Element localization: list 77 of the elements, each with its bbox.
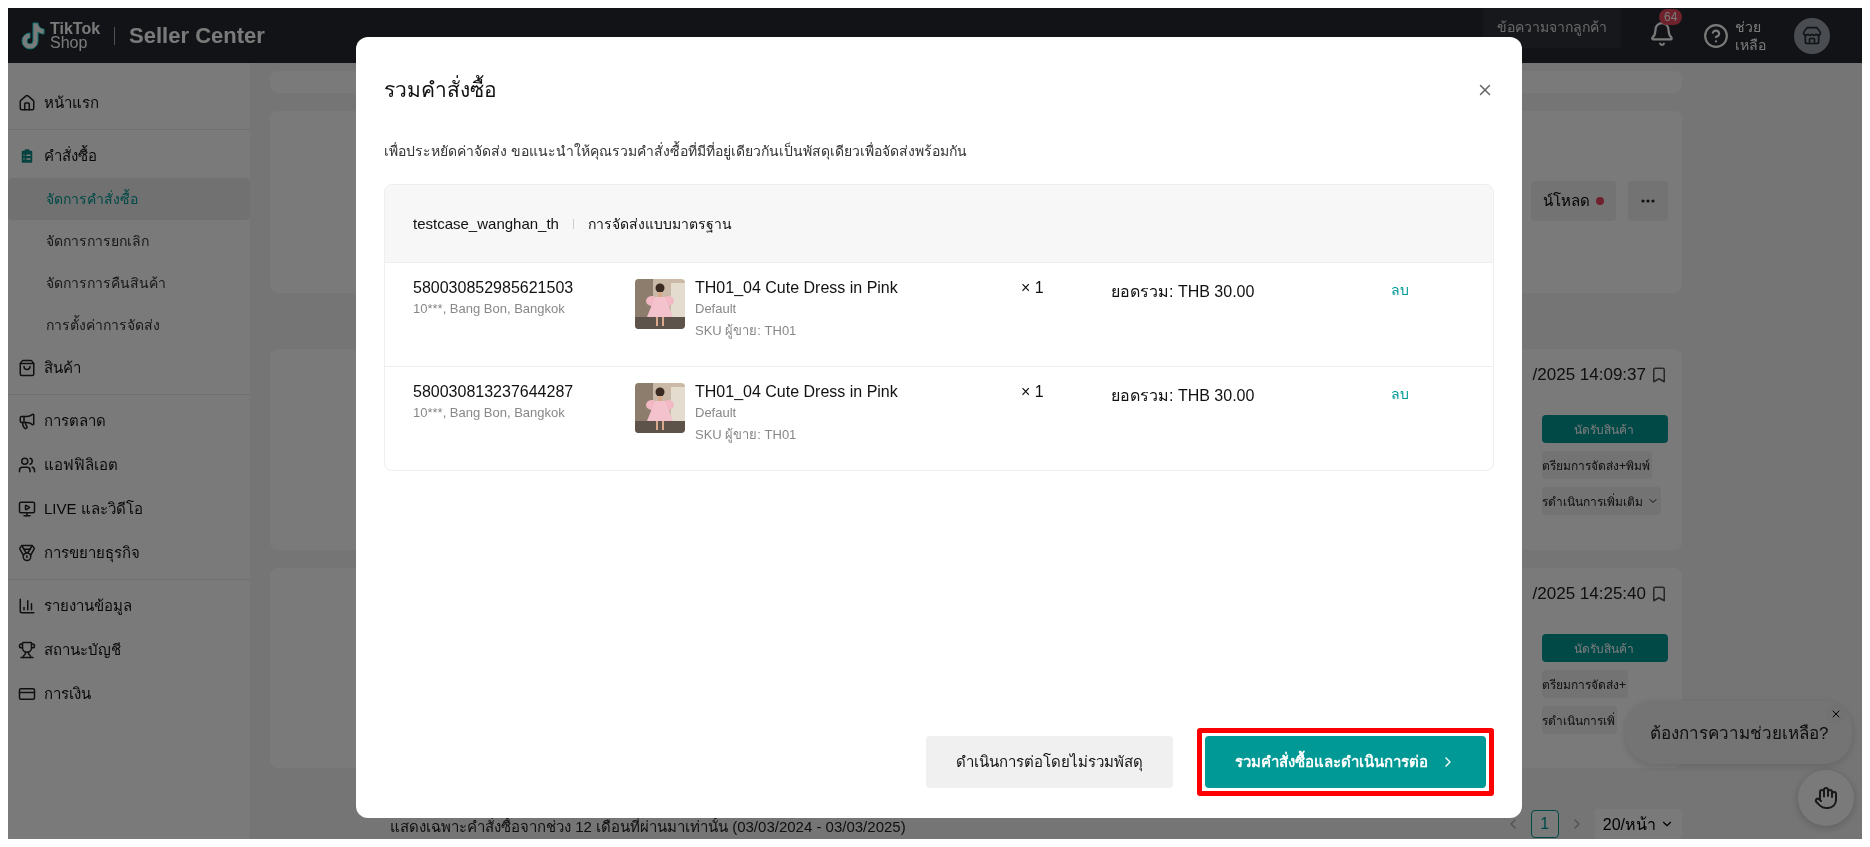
- menu-icon: [18, 94, 36, 112]
- remove-link[interactable]: ลบ: [1381, 386, 1409, 402]
- shop-name: testcase_wanghan_th: [413, 215, 559, 232]
- menu-icon: [18, 500, 36, 518]
- menu-icon: [18, 544, 36, 562]
- order-id: 580030813237644287: [413, 383, 575, 401]
- sidebar-item[interactable]: LIVE และวิดีโอ: [8, 487, 250, 531]
- messages-button[interactable]: ข้อความจากลูกค้า: [1483, 8, 1621, 48]
- alert-dot: [1596, 197, 1604, 205]
- help-label[interactable]: เหลือ: [1735, 35, 1766, 54]
- sidebar-item[interactable]: จัดการการคืนสินค้า: [8, 262, 250, 304]
- remove-link[interactable]: ลบ: [1381, 282, 1409, 298]
- product-name: TH01_04 Cute Dress in Pink: [695, 383, 899, 401]
- app-title: Seller Center: [129, 22, 265, 49]
- action-button[interactable]: รดำเนินการเพิ่: [1542, 706, 1617, 734]
- sidebar-item[interactable]: สถานะบัญชี: [8, 628, 250, 672]
- order-id: 580030852985621503: [413, 279, 575, 297]
- page-size-select[interactable]: 20/หน้า: [1594, 809, 1682, 839]
- sidebar-item[interactable]: สินค้า: [8, 346, 250, 390]
- page-button[interactable]: 1: [1530, 810, 1559, 838]
- bookmark-icon[interactable]: [1650, 585, 1668, 603]
- sidebar-item[interactable]: คำสั่งซื้อ: [8, 134, 250, 178]
- action-button[interactable]: นัดรับสินค้า: [1542, 634, 1668, 662]
- sidebar-item[interactable]: การขยายธุรกิจ: [8, 531, 250, 575]
- more-icon: [1641, 199, 1655, 203]
- close-icon[interactable]: [1830, 708, 1842, 720]
- product-variant: Default: [695, 405, 738, 420]
- menu-icon: [18, 412, 36, 430]
- footer-note: แสดงเฉพาะคำสั่งซื้อจากช่วง 12 เดือนที่ผ่านมาเท่านั้น (03/03/2024 - 03/03/2025): [389, 817, 906, 837]
- order-address: 10***, Bang Bon, Bangkok: [413, 405, 566, 420]
- bell-icon[interactable]: [1649, 20, 1675, 47]
- sidebar-item[interactable]: จัดการการยกเลิก: [8, 220, 250, 262]
- action-button[interactable]: นัดรับสินค้า: [1542, 415, 1668, 443]
- order-time: /2025 14:09:37: [1532, 365, 1646, 385]
- quantity: × 1: [1021, 383, 1044, 400]
- sidebar-item[interactable]: การตั้งค่าการจัดส่ง: [8, 304, 250, 346]
- sidebar-item[interactable]: แอฟฟิลิเอต: [8, 443, 250, 487]
- product-name: TH01_04 Cute Dress in Pink: [695, 279, 899, 297]
- dialog-description: เพื่อประหยัดค่าจัดส่ง ขอแนะนำให้คุณรวมคำสั่งซื้อที่มีที่อยู่เดียวกันเป็นพัสดุเดียวเพื่อจัดส่งพร้อมกัน: [384, 140, 968, 162]
- menu-icon: [18, 597, 36, 615]
- music-note-icon: [20, 20, 46, 51]
- continue-button[interactable]: ดำเนินการต่อโดยไม่รวมพัสดุ: [926, 736, 1173, 788]
- action-button[interactable]: ตรียมการจัดส่ง+พิมพ์: [1542, 451, 1652, 479]
- sidebar-item[interactable]: จัดการคำสั่งซื้อ: [8, 178, 250, 220]
- notification-badge: 64: [1659, 8, 1683, 25]
- action-button[interactable]: ตรียมการจัดส่ง+: [1542, 670, 1628, 698]
- order-time: /2025 14:25:40: [1532, 584, 1646, 604]
- download-button[interactable]: น์โหลด: [1531, 181, 1616, 221]
- help-label[interactable]: ช่วย: [1735, 17, 1766, 36]
- sidebar-item[interactable]: การเงิน: [8, 672, 250, 716]
- bookmark-icon[interactable]: [1650, 366, 1668, 384]
- order-address: 10***, Bang Bon, Bangkok: [413, 301, 566, 316]
- product-sku: SKU ผู้ขาย: TH01: [695, 426, 798, 445]
- sidebar-item[interactable]: หน้าแรก: [8, 81, 250, 125]
- product-variant: Default: [695, 301, 738, 316]
- order-total: ยอดรวม: THB 30.00: [1111, 387, 1255, 404]
- help-icon[interactable]: [1703, 22, 1729, 49]
- product-sku: SKU ผู้ขาย: TH01: [695, 322, 798, 341]
- quantity: × 1: [1021, 279, 1044, 296]
- merge-button[interactable]: รวมคำสั่งซื้อและดำเนินการต่อ: [1205, 736, 1486, 788]
- menu-icon: [18, 147, 36, 165]
- help-button[interactable]: [1798, 770, 1854, 826]
- hand-icon: [1814, 786, 1838, 810]
- help-bubble[interactable]: ต้องการความช่วยเหลือ?: [1626, 701, 1853, 764]
- logo-text: Shop: [50, 35, 88, 50]
- sidebar-item[interactable]: รายงานข้อมูล: [8, 584, 250, 628]
- menu-icon: [18, 685, 36, 703]
- sidebar-item[interactable]: การตลาด: [8, 399, 250, 443]
- action-button[interactable]: รดำเนินการเพิ่มเติม: [1542, 487, 1661, 515]
- menu-icon: [18, 641, 36, 659]
- dialog-title: รวมคำสั่งซื้อ: [384, 73, 497, 106]
- shipping-method: การจัดส่งแบบมาตรฐาน: [587, 214, 732, 235]
- menu-icon: [18, 456, 36, 474]
- store-avatar[interactable]: [1794, 17, 1830, 54]
- menu-icon: [18, 359, 36, 377]
- logo-text: TikTok: [50, 21, 101, 36]
- order-total: ยอดรวม: THB 30.00: [1111, 283, 1255, 300]
